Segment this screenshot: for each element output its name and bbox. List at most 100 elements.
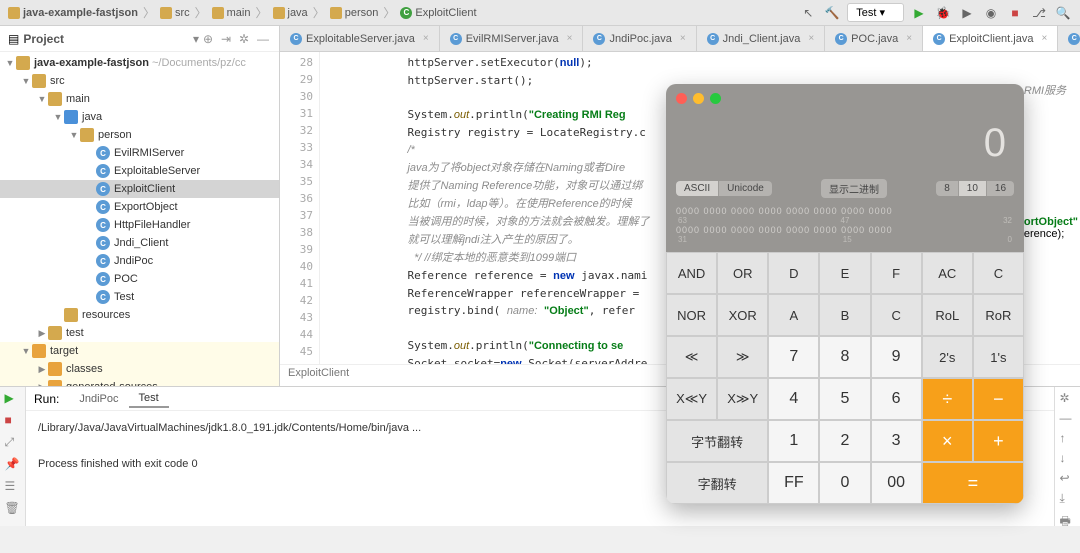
maximize-window-icon[interactable] (710, 93, 721, 104)
calc-btn-1[interactable]: 1 (768, 420, 819, 462)
calc-btn-=[interactable]: = (922, 462, 1024, 504)
run-settings-icon[interactable]: ✲ (1060, 391, 1076, 405)
editor-tab[interactable]: CExploitClient.java× (923, 26, 1058, 51)
calc-btn-字节翻转[interactable]: 字节翻转 (666, 420, 768, 462)
calc-btn-2[interactable]: 2 (819, 420, 870, 462)
scroll-icon[interactable]: ⤓ (1060, 491, 1076, 506)
tree-person[interactable]: ▼person (0, 126, 279, 144)
hide-panel-icon[interactable]: — (257, 32, 271, 46)
run-tab-test[interactable]: Test (129, 390, 169, 408)
crumb-file[interactable]: ExploitClient (415, 7, 476, 19)
calc-btn-≪[interactable]: ≪ (666, 336, 717, 378)
calc-btn-C[interactable]: C (973, 252, 1024, 294)
mode-unicode[interactable]: Unicode (719, 181, 772, 196)
editor-tab[interactable]: CExploitableServer.java× (280, 26, 440, 51)
calc-btn-6[interactable]: 6 (871, 378, 922, 420)
calc-btn-AND[interactable]: AND (666, 252, 717, 294)
tree-generated-sources[interactable]: ▶generated-sources (0, 378, 279, 386)
mode-base-8[interactable]: 8 (936, 181, 959, 196)
editor-tab[interactable]: CPOC.java× (825, 26, 923, 51)
calc-btn-RoR[interactable]: RoR (973, 294, 1024, 336)
calc-btn-≫[interactable]: ≫ (717, 336, 768, 378)
rerun-icon[interactable]: ▶ (5, 391, 21, 407)
calc-btn-OR[interactable]: OR (717, 252, 768, 294)
calc-btn-2's[interactable]: 2's (922, 336, 973, 378)
calc-btn-AC[interactable]: AC (922, 252, 973, 294)
close-window-icon[interactable] (676, 93, 687, 104)
crumb-java[interactable]: java (288, 7, 308, 19)
git-icon[interactable]: ⎇ (1030, 4, 1048, 22)
calc-btn-FF[interactable]: FF (768, 462, 819, 504)
tree-file-6[interactable]: CJndiPoc (0, 252, 279, 270)
back-icon[interactable]: ↖ (799, 4, 817, 22)
calc-titlebar[interactable] (666, 84, 1024, 112)
tree-file-8[interactable]: CTest (0, 288, 279, 306)
tree-resources[interactable]: resources (0, 306, 279, 324)
calc-btn-X≫Y[interactable]: X≫Y (717, 378, 768, 420)
calc-btn-0[interactable]: 0 (819, 462, 870, 504)
collapse-all-icon[interactable]: ⇥ (221, 32, 235, 46)
tree-test[interactable]: ▶test (0, 324, 279, 342)
calc-btn-C[interactable]: C (871, 294, 922, 336)
tree-java[interactable]: ▼java (0, 108, 279, 126)
close-tab-icon[interactable]: × (423, 33, 429, 44)
editor-tab[interactable]: CEvilRMIServer.java× (440, 26, 584, 51)
calc-btn-9[interactable]: 9 (871, 336, 922, 378)
crumb-person[interactable]: person (345, 7, 379, 19)
crumb-main[interactable]: main (227, 7, 251, 19)
calc-btn-E[interactable]: E (819, 252, 870, 294)
wrap-icon[interactable]: ↩ (1060, 471, 1076, 485)
run-tab-jndipoc[interactable]: JndiPoc (69, 391, 128, 407)
close-tab-icon[interactable]: × (567, 33, 573, 44)
layout-icon[interactable]: ⤢ (5, 435, 21, 451)
calc-btn-7[interactable]: 7 (768, 336, 819, 378)
editor-tab[interactable]: CTest.java× (1058, 26, 1080, 51)
close-tab-icon[interactable]: × (906, 33, 912, 44)
pin-icon[interactable]: 📌 (5, 457, 21, 473)
editor-tab[interactable]: CJndiPoc.java× (583, 26, 696, 51)
calc-btn-XOR[interactable]: XOR (717, 294, 768, 336)
minimize-window-icon[interactable] (693, 93, 704, 104)
calc-btn-00[interactable]: 00 (871, 462, 922, 504)
print-icon[interactable]: 🖶 (1060, 512, 1076, 528)
run-hide-icon[interactable]: — (1060, 411, 1076, 425)
tree-file-7[interactable]: CPOC (0, 270, 279, 288)
tree-file-5[interactable]: CJndi_Client (0, 234, 279, 252)
crumb-src[interactable]: src (175, 7, 190, 19)
calc-btn-8[interactable]: 8 (819, 336, 870, 378)
tree-file-2[interactable]: CExploitClient (0, 180, 279, 198)
tree-file-0[interactable]: CEvilRMIServer (0, 144, 279, 162)
calc-btn-5[interactable]: 5 (819, 378, 870, 420)
calc-btn-×[interactable]: × (922, 420, 973, 462)
calc-btn-÷[interactable]: ÷ (922, 378, 973, 420)
coverage-icon[interactable]: ▶ (958, 4, 976, 22)
dump-icon[interactable]: ☰ (5, 479, 21, 495)
calc-btn-3[interactable]: 3 (871, 420, 922, 462)
calc-btn-A[interactable]: A (768, 294, 819, 336)
mode-base-16[interactable]: 16 (987, 181, 1014, 196)
profile-icon[interactable]: ◉ (982, 4, 1000, 22)
tree-classes[interactable]: ▶classes (0, 360, 279, 378)
scroll-from-source-icon[interactable]: ⊕ (203, 32, 217, 46)
mode-binary-display[interactable]: 显示二进制 (821, 179, 887, 198)
up-icon[interactable]: ↑ (1060, 431, 1076, 445)
close-tab-icon[interactable]: × (1041, 33, 1047, 44)
tree-file-1[interactable]: CExploitableServer (0, 162, 279, 180)
build-icon[interactable]: 🔨 (823, 4, 841, 22)
run-icon[interactable]: ▶ (910, 4, 928, 22)
calculator-window[interactable]: 0 ASCII Unicode 显示二进制 8 10 16 0000 0000 … (666, 84, 1024, 504)
editor-tab[interactable]: CJndi_Client.java× (697, 26, 826, 51)
calc-btn-字翻转[interactable]: 字翻转 (666, 462, 768, 504)
debug-icon[interactable]: 🐞 (934, 4, 952, 22)
tree-root[interactable]: ▼java-example-fastjson ~/Documents/pz/cc (0, 54, 279, 72)
tree-target[interactable]: ▼target (0, 342, 279, 360)
calc-btn-X≪Y[interactable]: X≪Y (666, 378, 717, 420)
mode-ascii[interactable]: ASCII (676, 181, 719, 196)
mode-base-10[interactable]: 10 (959, 181, 987, 196)
calc-btn-+[interactable]: + (973, 420, 1024, 462)
run-config-selector[interactable]: Test ▾ (847, 3, 904, 22)
tree-main[interactable]: ▼main (0, 90, 279, 108)
tree-src[interactable]: ▼src (0, 72, 279, 90)
project-panel-title[interactable]: Project (23, 32, 193, 46)
trash-icon[interactable]: 🗑 (5, 501, 21, 517)
